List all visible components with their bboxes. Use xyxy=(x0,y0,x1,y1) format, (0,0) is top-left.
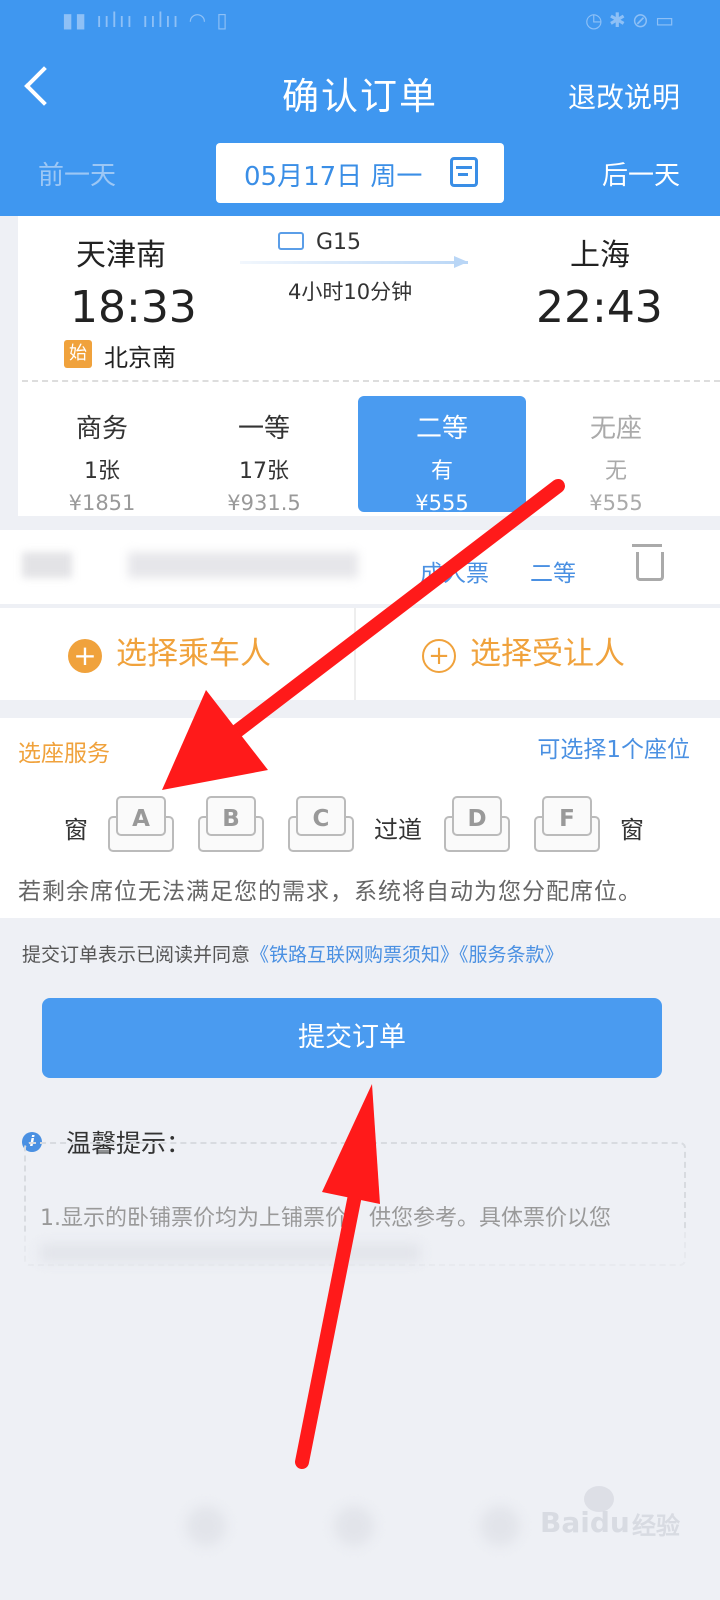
annotation-arrows xyxy=(162,479,565,1469)
annotation-arrow-to-submit xyxy=(295,1084,380,1469)
annotation-arrow-to-seats xyxy=(162,479,565,790)
